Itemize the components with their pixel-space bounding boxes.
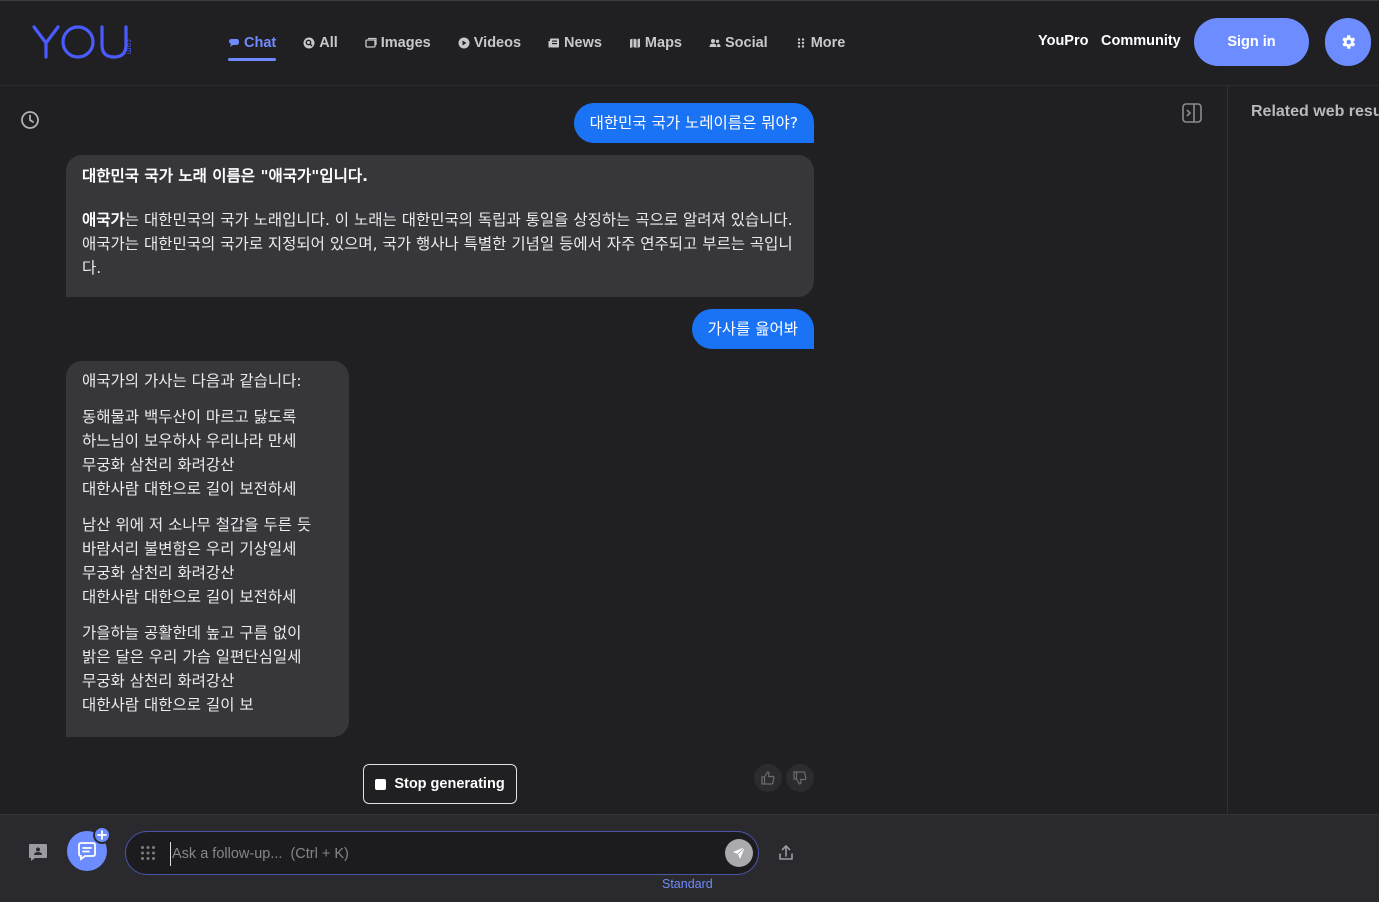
nav-tab-label: Images [380, 35, 431, 51]
people-icon [709, 39, 721, 47]
follow-up-input-container [125, 831, 759, 875]
gear-icon [1342, 35, 1356, 49]
svg-text:.com: .com [125, 37, 133, 54]
lyric-line: 무궁화 삼천리 화려강산 [82, 456, 235, 474]
history-icon[interactable] [20, 110, 40, 130]
nav-tab-label: Chat [244, 35, 277, 51]
lyrics-verse-1: 동해물과 백두산이 마르고 닳도록 하느님이 보우하사 우리나라 만세 무궁화 … [82, 405, 341, 501]
share-icon[interactable] [776, 843, 796, 863]
nav-tab-all[interactable]: All [303, 31, 338, 55]
panel-divider [1227, 86, 1228, 814]
mode-selector[interactable]: Standard [662, 877, 713, 891]
lyric-line: 가을하늘 공활한데 높고 구름 없이 [82, 624, 302, 642]
stop-generating-button[interactable]: Stop generating [363, 764, 517, 804]
thumbs-down-icon [793, 771, 807, 785]
nav-tab-news[interactable]: News [548, 31, 602, 55]
new-thread-button[interactable] [93, 826, 111, 844]
lyric-line: 대한사람 대한으로 길이 보전하세 [82, 588, 297, 606]
stop-icon [375, 778, 387, 790]
thumbs-up-icon [761, 771, 775, 785]
dots-grid-icon [797, 38, 804, 48]
nav-tab-chat[interactable]: Chat [228, 31, 277, 61]
news-icon [548, 38, 560, 48]
lyrics-verse-2: 남산 위에 저 소나무 철갑을 두른 듯 바람서리 불변함은 우리 기상일세 무… [82, 513, 341, 609]
play-icon [458, 37, 470, 49]
top-bar: .com Chat All Images Videos News Maps So… [0, 0, 1379, 86]
thumbs-down-button[interactable] [786, 764, 814, 792]
search-icon [303, 37, 315, 49]
lyrics-intro: 애국가의 가사는 다음과 같습니다: [82, 372, 302, 390]
nav-tab-social[interactable]: Social [709, 31, 768, 55]
nav-tab-maps[interactable]: Maps [629, 31, 682, 55]
lyric-line: 바람서리 불변함은 우리 기상일세 [82, 540, 297, 558]
lyric-line: 대한사람 대한으로 길이 보전하세 [82, 480, 297, 498]
images-icon [365, 37, 377, 48]
nav-tab-label: More [810, 35, 846, 51]
community-link[interactable]: Community [1101, 33, 1181, 49]
you-logo[interactable]: .com [32, 23, 142, 63]
user-message: 가사를 읊어봐 [691, 309, 814, 349]
bot-message: 대한민국 국가 노래 이름은 "애국가"입니다. 애국가는 대한민국의 국가 노… [66, 155, 814, 297]
follow-up-input[interactable] [170, 842, 710, 866]
nav-tab-label: Social [725, 35, 768, 51]
send-button[interactable] [725, 839, 753, 867]
send-icon [733, 846, 746, 859]
lyric-line: 남산 위에 저 소나무 철갑을 두른 듯 [82, 516, 312, 534]
main-nav: Chat All Images Videos News Maps Social [228, 31, 872, 61]
user-message: 대한민국 국가 노레이름은 뭐야? [573, 103, 814, 143]
nav-tab-images[interactable]: Images [365, 31, 431, 55]
apps-grid-icon[interactable] [140, 845, 156, 861]
sign-in-button[interactable]: Sign in [1194, 18, 1309, 66]
bot-message-heading: 대한민국 국가 노래 이름은 "애국가"입니다. [82, 167, 369, 185]
new-chat-icon[interactable] [27, 842, 49, 864]
nav-tab-label: All [319, 35, 338, 51]
plus-icon [97, 830, 107, 840]
chat-bubble-icon [78, 842, 96, 861]
stop-generating-label: Stop generating [394, 776, 505, 792]
lyric-line: 무궁화 삼천리 화려강산 [82, 672, 235, 690]
thumbs-up-button[interactable] [754, 764, 782, 792]
lyric-line: 동해물과 백두산이 마르고 닳도록 [82, 408, 297, 426]
bold-term: 애국가 [82, 211, 125, 229]
settings-button[interactable] [1325, 18, 1371, 66]
related-web-results-title: Related web resu [1251, 103, 1379, 120]
nav-tab-videos[interactable]: Videos [458, 31, 521, 55]
nav-tab-label: Maps [644, 35, 682, 51]
lyric-line: 대한사람 대한으로 길이 보 [82, 696, 254, 714]
nav-tab-more[interactable]: More [795, 31, 846, 55]
bot-message: 애국가의 가사는 다음과 같습니다: 동해물과 백두산이 마르고 닳도록 하느님… [66, 361, 349, 737]
lyric-line: 밝은 달은 우리 가슴 일편단심일세 [82, 648, 302, 666]
chat-icon [229, 39, 239, 47]
lyrics-verse-3: 가을하늘 공활한데 높고 구름 없이 밝은 달은 우리 가슴 일편단심일세 무궁… [82, 621, 341, 717]
nav-tab-label: News [564, 35, 602, 51]
map-icon [629, 38, 640, 48]
lyric-line: 하느님이 보우하사 우리나라 만세 [82, 432, 297, 450]
lyric-line: 무궁화 삼천리 화려강산 [82, 564, 235, 582]
youpro-link[interactable]: YouPro [1038, 33, 1088, 49]
bot-message-body: 는 대한민국의 국가 노래입니다. 이 노래는 대한민국의 독립과 통일을 상징… [82, 211, 793, 277]
nav-tab-label: Videos [473, 35, 522, 51]
panel-toggle-icon[interactable] [1181, 102, 1203, 124]
